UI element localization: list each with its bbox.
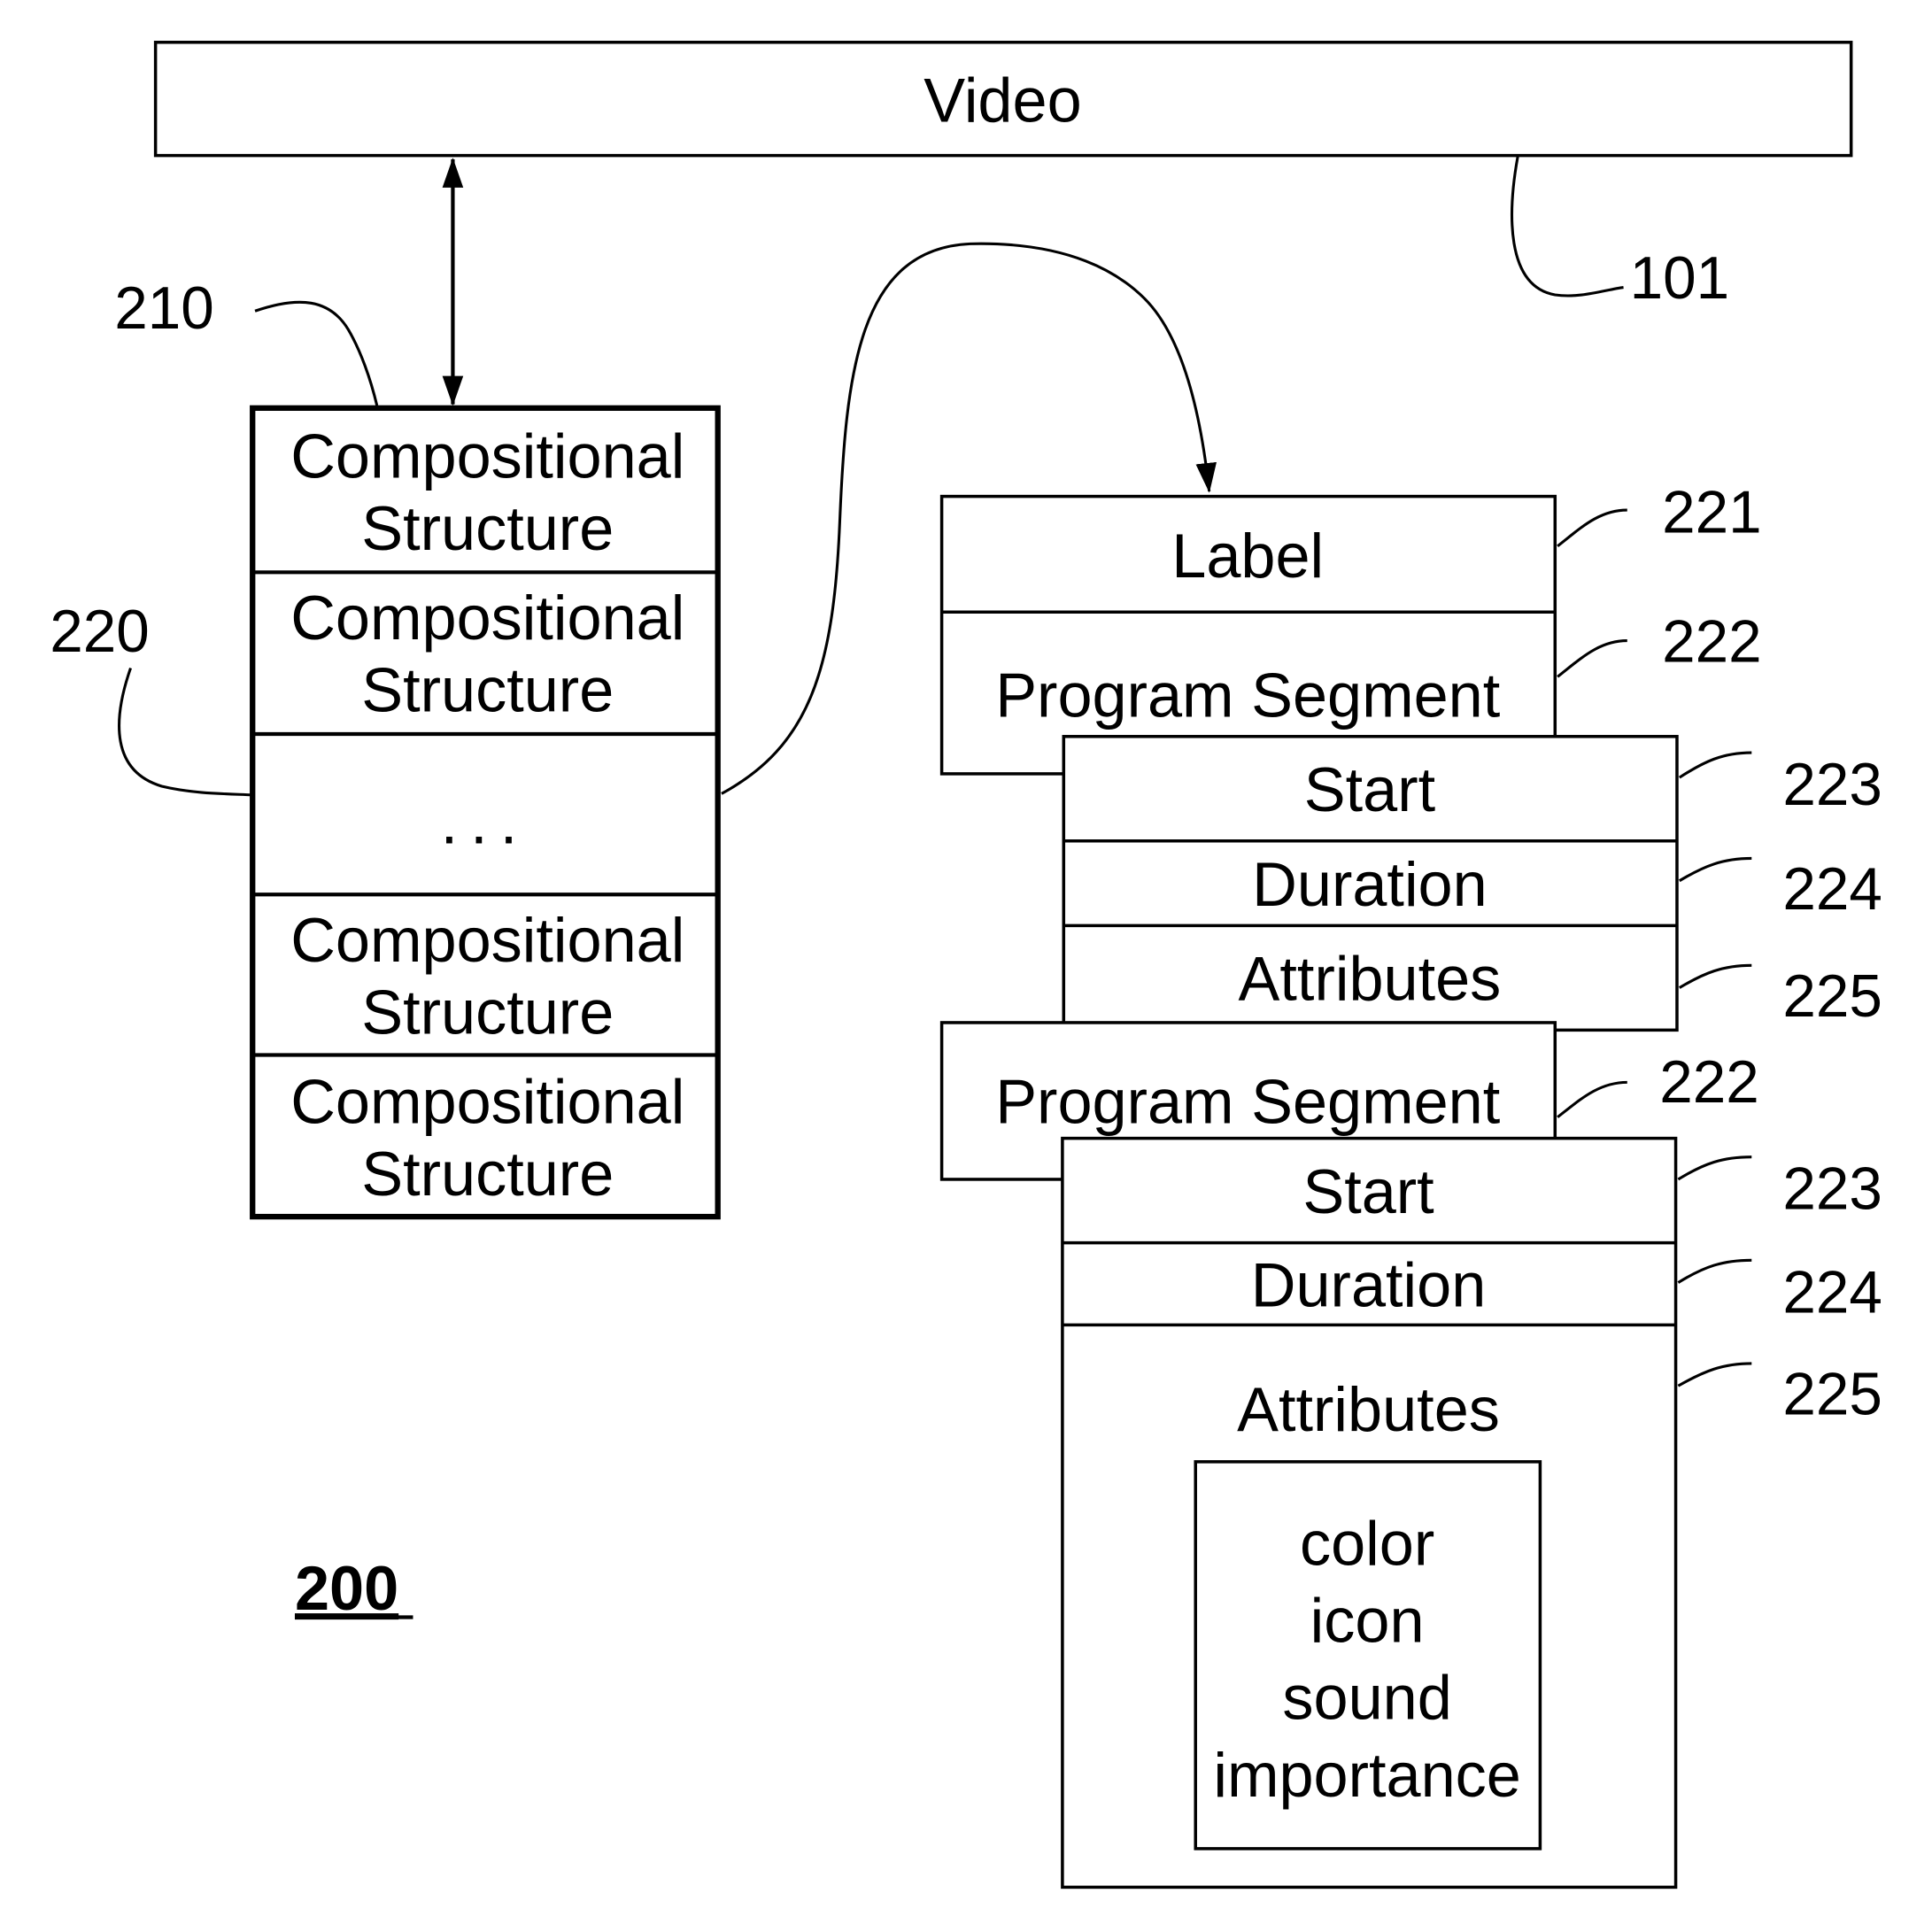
ref-221: 221 (1662, 479, 1762, 545)
ref-225: 225 (1782, 1362, 1882, 1428)
leader-line-225 (1678, 963, 1752, 989)
start-field: Start (1302, 1156, 1434, 1226)
duration-field: Duration (1252, 849, 1488, 919)
figure-number: 200 (295, 1553, 398, 1623)
ref-220: 220 (50, 599, 150, 665)
svg-text:Compositional: Compositional (290, 421, 684, 491)
video-box: Video (153, 41, 1853, 158)
leader-line-220 (118, 667, 253, 797)
program-segment-title: Program Segment (995, 660, 1500, 730)
ref-223: 223 (1782, 752, 1882, 818)
label-segment-box: Label Program Segment (939, 494, 1557, 776)
ref-101: 101 (1630, 245, 1730, 312)
attributes-list-box: color icon sound importance (1194, 1460, 1542, 1851)
start-field: Start (1304, 754, 1435, 824)
ref-223: 223 (1782, 1156, 1882, 1223)
duration-field: Duration (1251, 1249, 1487, 1319)
segment-fields-box: Start Duration Attributes color icon sou… (1061, 1136, 1678, 1889)
attribute-item: sound (1282, 1663, 1451, 1733)
attribute-item: color (1300, 1509, 1434, 1579)
leader-line-223 (1677, 1155, 1752, 1181)
compositional-structure-stack: Compositional Structure Compositional St… (250, 405, 721, 1220)
program-segment-title: Program Segment (995, 1067, 1500, 1137)
leader-line-224 (1678, 856, 1752, 883)
ref-224: 224 (1782, 856, 1882, 923)
leader-line-221 (1557, 508, 1627, 548)
diagram-canvas: Video 101 210 220 Compositional Structur… (50, 41, 1882, 1889)
svg-text:Structure: Structure (361, 1139, 614, 1209)
segment-fields-box: Start Duration Attributes (1062, 735, 1679, 1032)
svg-text:Structure: Structure (361, 655, 614, 725)
label-text: Label (1171, 521, 1324, 591)
ellipsis-cell: ... (441, 787, 530, 857)
attributes-field: Attributes (1237, 1374, 1500, 1444)
leader-line-101 (1511, 156, 1624, 298)
leader-line-224 (1677, 1258, 1752, 1284)
svg-text:Compositional: Compositional (290, 905, 684, 975)
svg-text:Structure: Structure (361, 978, 614, 1047)
leader-line-222 (1557, 639, 1627, 678)
svg-text:Compositional: Compositional (290, 583, 684, 653)
attribute-item: icon (1310, 1586, 1425, 1656)
ref-224: 224 (1782, 1259, 1882, 1325)
ref-222: 222 (1662, 608, 1762, 675)
video-label: Video (923, 66, 1081, 135)
attribute-item: importance (1213, 1740, 1521, 1810)
leader-line-225 (1677, 1362, 1752, 1387)
attributes-field: Attributes (1239, 944, 1502, 1014)
leader-line-223 (1678, 751, 1752, 779)
ref-225: 225 (1782, 963, 1882, 1030)
svg-text:Structure: Structure (361, 493, 614, 563)
ref-222: 222 (1659, 1049, 1759, 1116)
ref-210: 210 (114, 275, 214, 342)
leader-line-210 (254, 300, 379, 406)
svg-text:Compositional: Compositional (290, 1067, 684, 1137)
leader-line-222 (1557, 1080, 1627, 1118)
